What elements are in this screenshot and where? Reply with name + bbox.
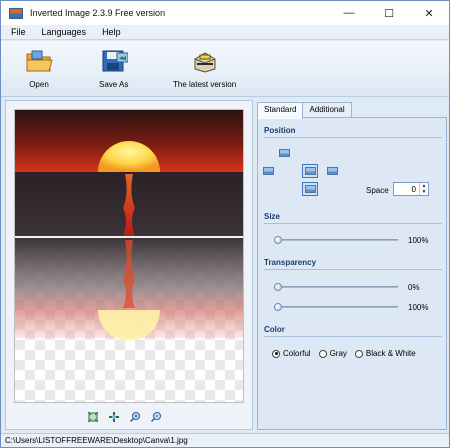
radio-gray-label[interactable]: Gray xyxy=(330,349,347,358)
image-preview-panel xyxy=(5,100,253,430)
zoom-out-button[interactable] xyxy=(149,410,162,423)
menu-help[interactable]: Help xyxy=(94,27,129,37)
settings-panel: Standard Additional Position Space 0 ▲ ▼… xyxy=(257,100,447,430)
close-icon: ✕ xyxy=(424,7,434,20)
radio-colorful-label[interactable]: Colorful xyxy=(283,349,311,358)
color-heading: Color xyxy=(264,325,285,334)
file-path: C:\Users\LISTOFFREEWARE\Desktop\Canva\1.… xyxy=(5,436,188,445)
image-position-icon xyxy=(304,185,316,193)
open-button[interactable]: Open xyxy=(25,49,53,89)
image-position-icon xyxy=(304,167,316,175)
image-position-icon xyxy=(326,167,338,175)
fit-icon xyxy=(87,411,98,422)
tab-standard[interactable]: Standard xyxy=(257,102,304,119)
app-window: Inverted Image 2.3.9 Free version — ☐ ✕ … xyxy=(0,0,450,448)
transparency-slider-2[interactable] xyxy=(274,303,398,311)
transparency-slider-2-track xyxy=(274,306,398,308)
position-left-button[interactable] xyxy=(260,164,276,178)
latest-version-label: The latest version xyxy=(173,80,237,89)
floppy-disk-icon xyxy=(102,50,128,72)
update-box-icon xyxy=(194,52,216,73)
zoom-in-button[interactable] xyxy=(128,410,141,423)
size-slider-thumb[interactable] xyxy=(274,236,282,244)
zoom-out-icon xyxy=(150,411,161,422)
maximize-button[interactable]: ☐ xyxy=(369,1,409,25)
radio-black-white-label[interactable]: Black & White xyxy=(366,349,416,358)
standard-tab-body: Position Space 0 ▲ ▼ Size 100% Transpare… xyxy=(257,117,447,430)
radio-colorful[interactable]: Colorful xyxy=(272,349,311,358)
window-title: Inverted Image 2.3.9 Free version xyxy=(30,8,166,18)
zoom-in-icon xyxy=(129,411,140,422)
close-button[interactable]: ✕ xyxy=(409,1,449,25)
save-as-button[interactable]: Save As xyxy=(99,49,128,89)
app-icon xyxy=(9,7,23,19)
position-right-button[interactable] xyxy=(324,164,340,178)
space-value[interactable]: 0 xyxy=(394,185,419,194)
radio-black-white[interactable]: Black & White xyxy=(354,349,416,358)
menu-bar: File Languages Help xyxy=(1,25,449,40)
radio-black-white-dot[interactable] xyxy=(354,349,363,358)
folder-open-icon xyxy=(26,50,53,72)
transparency-slider-1[interactable] xyxy=(274,283,398,291)
transparency-slider-1-thumb[interactable] xyxy=(274,283,282,291)
position-bottom-button[interactable] xyxy=(302,182,318,196)
size-value: 100% xyxy=(408,236,429,245)
menu-languages[interactable]: Languages xyxy=(34,27,95,37)
maximize-icon: ☐ xyxy=(384,7,394,20)
transparency-slider-1-track xyxy=(274,286,398,288)
actual-size-icon xyxy=(108,411,119,422)
radio-gray-dot[interactable] xyxy=(318,349,327,358)
transparency-slider-2-thumb[interactable] xyxy=(274,303,282,311)
status-bar: C:\Users\LISTOFFREEWARE\Desktop\Canva\1.… xyxy=(1,433,449,447)
size-slider-track xyxy=(274,239,398,241)
latest-version-button[interactable]: The latest version xyxy=(173,49,236,89)
size-slider[interactable] xyxy=(274,236,398,244)
size-heading: Size xyxy=(264,212,281,221)
size-divider xyxy=(264,223,442,224)
space-label: Space xyxy=(366,186,389,195)
spin-down-icon[interactable]: ▼ xyxy=(420,189,428,195)
settings-tabs: Standard Additional xyxy=(257,102,352,119)
image-canvas[interactable] xyxy=(14,109,244,403)
position-center-button[interactable] xyxy=(302,164,318,178)
position-top-button[interactable] xyxy=(276,146,292,160)
position-divider xyxy=(264,137,442,138)
fit-button[interactable] xyxy=(86,410,99,423)
minimize-button[interactable]: — xyxy=(329,1,369,25)
radio-gray[interactable]: Gray xyxy=(318,349,347,358)
transparency-value-2: 100% xyxy=(408,303,429,312)
window-controls: — ☐ ✕ xyxy=(329,1,449,25)
color-options: Colorful Gray Black & White xyxy=(272,349,424,358)
image-position-icon xyxy=(262,167,274,175)
minimize-icon: — xyxy=(343,7,355,19)
radio-colorful-dot[interactable] xyxy=(272,349,280,358)
save-as-label: Save As xyxy=(99,80,129,89)
title-bar[interactable]: Inverted Image 2.3.9 Free version — ☐ ✕ xyxy=(1,1,449,25)
space-spinner-arrows: ▲ ▼ xyxy=(419,183,428,195)
transparency-heading: Transparency xyxy=(264,258,317,267)
open-label: Open xyxy=(29,80,49,89)
toolbar: Open Save As The latest version xyxy=(1,41,449,97)
space-spinner[interactable]: 0 ▲ ▼ xyxy=(393,182,429,196)
zoom-toolbar xyxy=(86,410,162,423)
color-divider xyxy=(264,336,442,337)
inverted-sunset-image xyxy=(15,110,243,402)
menu-file[interactable]: File xyxy=(1,27,34,37)
actual-size-button[interactable] xyxy=(107,410,120,423)
image-position-icon xyxy=(278,149,290,157)
position-heading: Position xyxy=(264,126,296,135)
transparency-divider xyxy=(264,269,442,270)
transparency-value-1: 0% xyxy=(408,283,420,292)
tab-additional[interactable]: Additional xyxy=(302,102,352,118)
